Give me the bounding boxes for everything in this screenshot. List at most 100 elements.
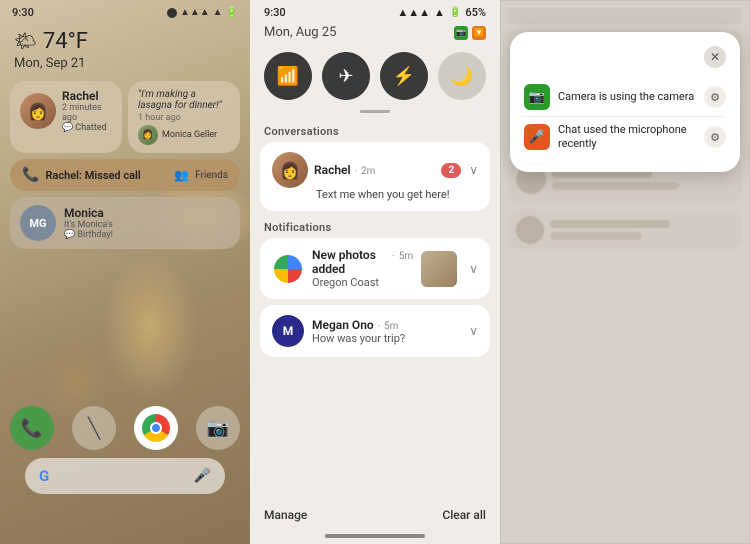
photos-dot: ·: [392, 252, 394, 262]
gmail-m-icon: M: [283, 324, 294, 338]
rachel-notif-header: 👩 Rachel · 2m 2 ∨: [272, 152, 478, 188]
drag-handle: [360, 110, 390, 113]
notif-signal-icon: ▲▲▲: [397, 6, 430, 19]
widgets-area: 👩 Rachel 2 minutes ago 💬 Chatted "I'm ma…: [0, 75, 250, 255]
missed-call-widget[interactable]: 📞 Rachel: Missed call 👥 Friends: [10, 159, 240, 191]
weather-date: Mon, Sep 21: [14, 56, 236, 71]
mic-privacy-icon: 🎤: [524, 124, 550, 150]
megan-notif-message: How was your trip?: [312, 332, 457, 345]
mic-icon: 🎤: [194, 468, 211, 484]
weather-sun-icon: 🌤: [14, 31, 37, 52]
rachel-bubble-widget[interactable]: "I'm making a lasagna for dinner!" 1 hou…: [128, 81, 240, 153]
signal-icon: ▲▲▲: [180, 7, 210, 18]
camera-active-indicator: 📷: [454, 26, 468, 40]
notifications-label: Notifications: [250, 217, 500, 238]
battery-saver-icon: ⚡: [393, 66, 415, 87]
wifi-toggle[interactable]: 📶: [264, 52, 312, 100]
google-photos-icon: [274, 255, 302, 283]
chrome-icon-button[interactable]: [134, 406, 178, 450]
photos-notif-info: New photos added · 5m Oregon Coast: [312, 248, 413, 289]
notif-wifi-icon: ▲: [434, 6, 445, 19]
moon-icon: 🌙: [451, 66, 473, 87]
photos-expand-icon[interactable]: ∨: [469, 262, 478, 276]
monica-name: Monica: [64, 206, 113, 220]
rachel-notif-name: Rachel: [314, 163, 351, 177]
rachel-avatar: 👩: [20, 93, 56, 129]
photos-name-row: New photos added · 5m: [312, 248, 413, 276]
google-g-logo: G: [39, 467, 49, 485]
bottom-nav-indicator: [325, 534, 425, 538]
phone-icon: 📞: [21, 418, 43, 439]
dock-icons: 📞 ╲ 📷: [10, 406, 240, 450]
popup-close-button[interactable]: ✕: [704, 46, 726, 68]
notif-time: 9:30: [264, 6, 286, 19]
friends-label: Friends: [195, 170, 228, 181]
notif-date-row: Mon, Aug 25 📷 🔽: [250, 21, 500, 42]
photos-notif-icon: [272, 253, 304, 285]
notif-date: Mon, Aug 25: [264, 25, 336, 40]
photos-notif-card[interactable]: New photos added · 5m Oregon Coast ∨: [260, 238, 490, 299]
airplane-toggle[interactable]: ✈: [322, 52, 370, 100]
assistant-icon-button[interactable]: ╲: [72, 406, 116, 450]
camera-icon-button[interactable]: 📷: [196, 406, 240, 450]
notif-battery-pct: 65%: [465, 6, 486, 19]
privacy-popup-panel: ✕ 📷 Camera is using the camera ⚙ 🎤 Chat …: [500, 0, 750, 544]
privacy-alert-card: ✕ 📷 Camera is using the camera ⚙ 🎤 Chat …: [510, 32, 740, 172]
megan-notif-name: Megan Ono: [312, 318, 374, 332]
rachel-badge: 2: [441, 163, 461, 178]
notif-dot: ·: [355, 167, 357, 177]
camera-icon: 📷: [207, 418, 229, 439]
rachel-widget[interactable]: 👩 Rachel 2 minutes ago 💬 Chatted: [10, 81, 122, 153]
mic-settings-button[interactable]: ⚙: [704, 126, 726, 148]
monica-small-avatar: 👩: [138, 125, 158, 145]
chat-icon: 💬: [62, 123, 73, 133]
gear-icon: ⚙: [710, 91, 720, 104]
photos-notif-subtitle: Oregon Coast: [312, 276, 413, 289]
rachel-notif-card[interactable]: 👩 Rachel · 2m 2 ∨ Text me when you get h…: [260, 142, 490, 211]
photos-notif-time: 5m: [399, 251, 413, 262]
camera-settings-button[interactable]: ⚙: [704, 86, 726, 108]
rachel-name: Rachel: [62, 89, 112, 103]
quick-toggles: 📶 ✈ ⚡ 🌙: [250, 42, 500, 110]
rachel-expand-icon[interactable]: ∨: [469, 163, 478, 177]
monica-info: Monica It's Monica's 💬 Birthday!: [64, 206, 113, 240]
chat-icon2: 💬: [64, 230, 75, 240]
battery-saver-toggle[interactable]: ⚡: [380, 52, 428, 100]
friends-icon: 👥: [174, 168, 189, 182]
notif-battery-green-icon: 🔋: [449, 7, 461, 18]
notif-status-bar: 9:30 ▲▲▲ ▲ 🔋 65%: [250, 0, 500, 21]
home-screen: 9:30 ▲▲▲ ▲ 🔋 🌤 74°F Mon, Sep 21 👩: [0, 0, 250, 544]
rachel-name-row: Rachel · 2m: [314, 163, 435, 177]
camera-privacy-icon: 📷: [524, 84, 550, 110]
megan-expand-icon[interactable]: ∨: [469, 324, 478, 338]
mic-active-indicator: 🔽: [472, 26, 486, 40]
chrome-ring: [142, 414, 170, 442]
rachel-bubble-text: "I'm making a lasagna for dinner!": [138, 89, 230, 111]
popup-header: ✕: [524, 46, 726, 68]
conversations-label: Conversations: [250, 121, 500, 142]
phone-icon-button[interactable]: 📞: [10, 406, 54, 450]
manage-button[interactable]: Manage: [264, 508, 307, 522]
airplane-icon: ✈: [338, 66, 353, 87]
rachel-notif-controls: 2 ∨: [441, 163, 478, 178]
monica-subtitle: It's Monica's 💬 Birthday!: [64, 220, 113, 240]
rachel-notif-message: Text me when you get here!: [316, 188, 478, 201]
notif-bottom-bar: Manage Clear all: [250, 500, 500, 530]
search-bar[interactable]: G 🎤: [25, 458, 225, 494]
rachel-bubble-time: 1 hour ago: [138, 113, 230, 123]
megan-notif-icon: M: [272, 315, 304, 347]
megan-notif-time: 5m: [384, 321, 398, 332]
sleep-toggle[interactable]: 🌙: [438, 52, 486, 100]
assistant-icon: ╲: [88, 416, 100, 440]
rachel-notif-time: 2m: [361, 166, 375, 177]
monica-widget[interactable]: MG Monica It's Monica's 💬 Birthday!: [10, 197, 240, 249]
rachel-notif-avatar: 👩: [272, 152, 308, 188]
megan-name-row: Megan Ono · 5m: [312, 318, 457, 332]
clear-all-button[interactable]: Clear all: [442, 508, 486, 522]
monica-avatar: MG: [20, 205, 56, 241]
rachel-conv-info: Rachel 2 minutes ago 💬 Chatted: [62, 89, 112, 133]
notif-status-right: ▲▲▲ ▲ 🔋 65%: [397, 6, 486, 19]
megan-notif-card[interactable]: M Megan Ono · 5m How was your trip? ∨: [260, 305, 490, 357]
battery-icon: 🔋: [226, 7, 238, 18]
camera-icon-inner: 📷: [529, 90, 545, 105]
